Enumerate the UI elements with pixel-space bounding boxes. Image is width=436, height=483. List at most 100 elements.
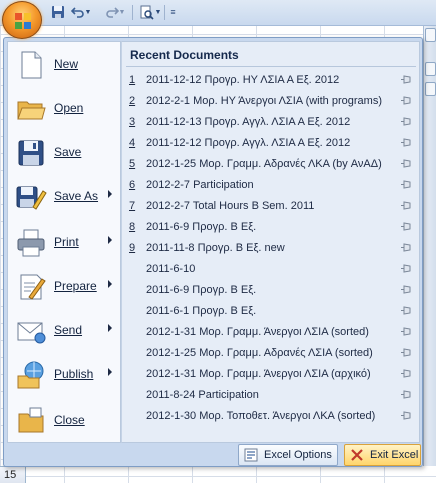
redo-dropdown-icon[interactable]: ▼	[118, 4, 126, 20]
pin-icon[interactable]	[400, 116, 413, 127]
recent-document-name: 2012-1-25 Μορ. Γραμμ. Αδρανές ΛΚΑ (by Αν…	[146, 158, 382, 170]
pin-icon[interactable]	[400, 389, 413, 400]
print-preview-dropdown-icon[interactable]: ▼	[154, 4, 162, 20]
prepare-command[interactable]: Prepare	[8, 267, 120, 307]
recent-document-number: 1	[129, 74, 136, 86]
recent-document-name: 2011-12-12 Προγρ. ΗΥ ΛΣΙΑ Α Εξ. 2012	[146, 74, 340, 86]
close-command[interactable]: Close	[8, 401, 120, 441]
floppy-disk-icon	[18, 140, 44, 166]
recent-document-item[interactable]: 2 2012-2-1 Μορ. ΗΥ Άνεργοι ΛΣΙΑ (with pr…	[126, 91, 416, 111]
save-as-icon	[16, 186, 47, 210]
send-label: Send	[54, 323, 83, 337]
recent-document-item[interactable]: 2012-1-31 Μορ. Γραμμ. Άνεργοι ΛΣΙΑ (sort…	[126, 322, 416, 342]
customize-icon[interactable]: ≡	[168, 4, 178, 20]
recent-document-item[interactable]: 2011-6-9 Προγρ. Β Εξ.	[126, 280, 416, 300]
recent-document-number: 3	[129, 116, 136, 128]
office-button[interactable]	[2, 1, 42, 39]
recent-document-item[interactable]: 6 2012-2-7 Participation	[126, 175, 416, 195]
pin-icon[interactable]	[400, 137, 413, 148]
open-label: Open	[54, 101, 84, 115]
recent-document-item[interactable]: 8 2011-6-9 Προγρ. Β Εξ.	[126, 217, 416, 237]
recent-documents-panel: Recent Documents 1 2011-12-12 Προγρ. ΗΥ …	[121, 41, 420, 443]
pin-icon[interactable]	[400, 74, 413, 85]
open-command[interactable]: Open	[8, 89, 120, 129]
recent-document-name: 2011-12-13 Προγρ. Αγγλ. ΛΣΙΑ Α Εξ. 2012	[146, 116, 351, 128]
excel-options-button[interactable]: Excel Options	[238, 444, 338, 466]
save-label: Save	[54, 145, 82, 159]
recent-document-item[interactable]: 9 2011-11-8 Προγρ. Β Εξ. new	[126, 238, 416, 258]
recent-document-name: 2011-8-24 Participation	[146, 389, 259, 401]
recent-document-item[interactable]: 3 2011-12-13 Προγρ. Αγγλ. ΛΣΙΑ Α Εξ. 201…	[126, 112, 416, 132]
recent-document-item[interactable]: 2012-1-30 Μορ. Τοποθετ. Άνεργοι ΛΚΑ (sor…	[126, 406, 416, 426]
pin-icon[interactable]	[400, 347, 413, 358]
recent-document-item[interactable]: 2012-1-25 Μορ. Γραμμ. Αδρανές ΛΣΙΑ (sort…	[126, 343, 416, 363]
prepare-icon	[20, 274, 46, 300]
publish-command[interactable]: Publish	[8, 355, 120, 395]
pin-icon[interactable]	[400, 410, 413, 421]
save-as-command[interactable]: Save As	[8, 177, 120, 217]
printer-icon	[17, 229, 45, 257]
save-command[interactable]: Save	[8, 133, 120, 173]
chevron-right-icon	[108, 190, 112, 198]
recent-document-item[interactable]: 4 2011-12-12 Προγρ. Αγγλ. ΛΣΙΑ Α Εξ. 201…	[126, 133, 416, 153]
new-label: New	[54, 57, 79, 71]
ribbon-edge-button[interactable]	[425, 28, 436, 42]
options-icon	[244, 448, 258, 462]
close-folder-icon	[18, 407, 44, 433]
recent-document-item[interactable]: 2011-8-24 Participation	[126, 385, 416, 405]
recent-document-name: 2011-11-8 Προγρ. Β Εξ. new	[146, 242, 285, 254]
close-icon	[351, 449, 363, 461]
recent-document-item[interactable]: 1 2011-12-12 Προγρ. ΗΥ ΛΣΙΑ Α Εξ. 2012	[126, 70, 416, 90]
recent-document-number: 8	[129, 221, 136, 233]
ribbon-edge-button[interactable]	[425, 62, 436, 76]
office-menu: New Open Save Save As Print Prepare Send…	[3, 37, 423, 467]
new-command[interactable]: New	[8, 45, 120, 85]
print-command[interactable]: Print	[8, 223, 120, 263]
recent-document-item[interactable]: 2012-1-31 Μορ. Γραμμ. Άνεργοι ΛΣΙΑ (αρχι…	[126, 364, 416, 384]
send-icon	[17, 322, 46, 344]
recent-document-item[interactable]: 5 2012-1-25 Μορ. Γραμμ. Αδρανές ΛΚΑ (by …	[126, 154, 416, 174]
prepare-label: Prepare	[54, 279, 97, 293]
recent-document-name: 2012-1-31 Μορ. Γραμμ. Άνεργοι ΛΣΙΑ (αρχι…	[146, 368, 371, 380]
recent-document-name: 2011-6-10	[146, 263, 196, 275]
pin-icon[interactable]	[400, 179, 413, 190]
close-label: Close	[54, 413, 85, 427]
chevron-right-icon	[108, 368, 112, 376]
office-logo-icon	[15, 13, 31, 29]
recent-document-item[interactable]: 7 2012-2-7 Total Hours B Sem. 2011	[126, 196, 416, 216]
recent-document-number: 2	[129, 95, 136, 107]
pin-icon[interactable]	[400, 221, 413, 232]
recent-document-name: 2011-12-12 Προγρ. Αγγλ. ΛΣΙΑ Α Εξ. 2012	[146, 137, 351, 149]
recent-document-name: 2011-6-9 Προγρ. Β Εξ.	[146, 284, 257, 296]
exit-excel-button[interactable]: Exit Excel	[344, 444, 421, 466]
pin-icon[interactable]	[400, 326, 413, 337]
recent-document-name: 2012-1-31 Μορ. Γραμμ. Άνεργοι ΛΣΙΑ (sort…	[146, 326, 369, 338]
pin-icon[interactable]	[400, 368, 413, 379]
recent-document-number: 9	[129, 242, 136, 254]
new-document-icon	[21, 51, 42, 79]
ribbon-edge-button[interactable]	[425, 82, 436, 96]
row-header[interactable]: 15	[0, 466, 26, 483]
recent-document-item[interactable]: 2011-6-1 Προγρ. Β Εξ.	[126, 301, 416, 321]
pin-icon[interactable]	[400, 305, 413, 316]
recent-document-number: 7	[129, 200, 136, 212]
pin-icon[interactable]	[400, 242, 413, 253]
recent-document-name: 2012-1-30 Μορ. Τοποθετ. Άνεργοι ΛΚΑ (sor…	[146, 410, 376, 422]
recent-document-item[interactable]: 2011-6-10	[126, 259, 416, 279]
recent-documents-title: Recent Documents	[130, 48, 239, 62]
save-icon[interactable]	[50, 4, 66, 20]
send-command[interactable]: Send	[8, 311, 120, 351]
menu-footer: Excel Options Exit Excel	[7, 444, 421, 466]
pin-icon[interactable]	[400, 95, 413, 106]
pin-icon[interactable]	[400, 263, 413, 274]
chevron-right-icon	[108, 236, 112, 244]
undo-dropdown-icon[interactable]: ▼	[84, 4, 92, 20]
pin-icon[interactable]	[400, 200, 413, 211]
pin-icon[interactable]	[400, 284, 413, 295]
recent-document-name: 2011-6-1 Προγρ. Β Εξ.	[146, 305, 257, 317]
quick-access-toolbar: ▼ ▼ ▼ ≡	[0, 0, 436, 26]
open-folder-icon	[17, 101, 46, 120]
pin-icon[interactable]	[400, 158, 413, 169]
print-preview-icon[interactable]	[138, 4, 154, 20]
recent-document-name: 2012-2-7 Total Hours B Sem. 2011	[146, 200, 315, 212]
